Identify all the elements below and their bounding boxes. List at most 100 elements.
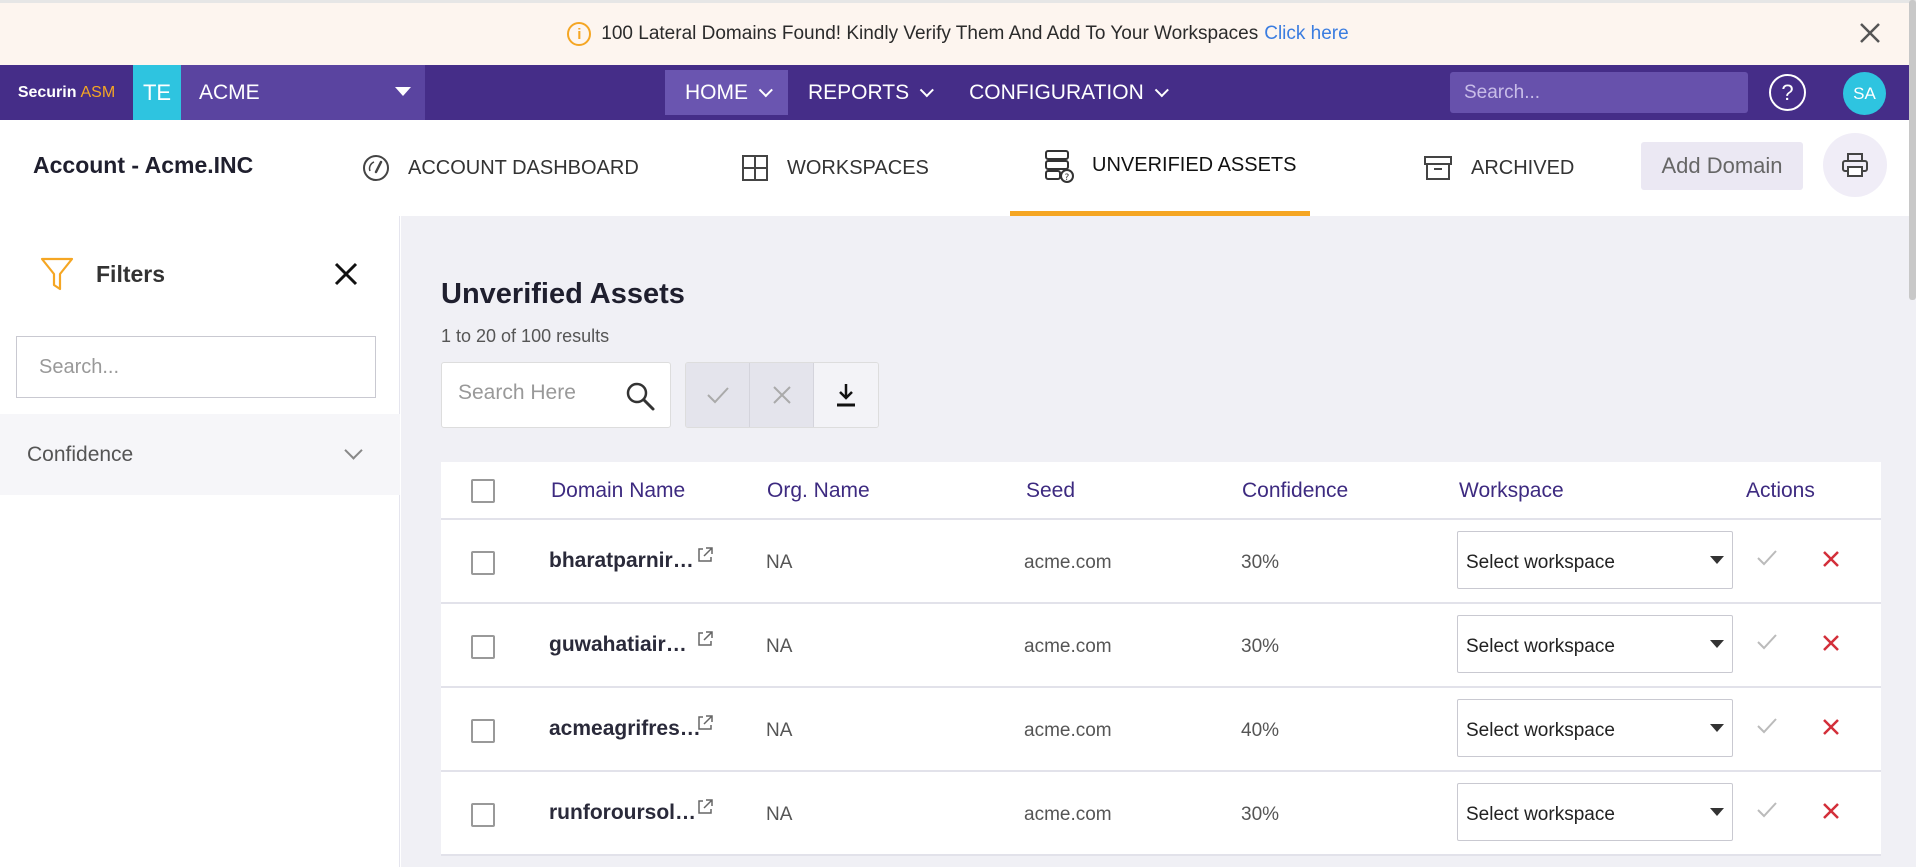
tab-workspaces[interactable]: WORKSPACES	[741, 120, 929, 216]
verify-check-icon[interactable]	[1755, 632, 1779, 657]
verify-check-icon[interactable]	[1755, 548, 1779, 573]
nav-reports[interactable]: REPORTS	[788, 70, 949, 115]
page-scrollbar[interactable]	[1909, 0, 1916, 300]
check-icon	[706, 387, 729, 404]
domain-name[interactable]: acmeagrifres…	[549, 717, 701, 741]
brand-logo[interactable]: Securin ASM	[0, 65, 133, 120]
chevron-down-icon	[758, 82, 773, 97]
user-avatar[interactable]: SA	[1843, 72, 1886, 115]
column-actions: Actions	[1746, 479, 1815, 502]
top-navigation-bar: Securin ASM TE ACME HOME REPORTS CONFIGUR…	[0, 65, 1916, 120]
nav-home-label: HOME	[685, 80, 748, 104]
org-name: NA	[766, 552, 793, 573]
nav-configuration[interactable]: CONFIGURATION	[949, 70, 1184, 115]
external-link-icon[interactable]	[696, 714, 714, 737]
verify-check-icon[interactable]	[1755, 716, 1779, 741]
tab-archived[interactable]: ARCHIVED	[1423, 120, 1574, 216]
search-icon[interactable]	[624, 380, 656, 417]
tenant-badge: TE	[133, 65, 181, 120]
x-icon	[772, 386, 791, 404]
external-link-icon[interactable]	[696, 798, 714, 821]
domain-name[interactable]: guwahatiair…	[549, 633, 687, 657]
org-name: NA	[766, 720, 793, 741]
table-search-input[interactable]	[458, 381, 618, 405]
row-checkbox[interactable]	[471, 803, 495, 827]
verify-check-icon[interactable]	[1755, 800, 1779, 825]
reject-x-icon[interactable]	[1820, 632, 1842, 659]
banner-message: 100 Lateral Domains Found! Kindly Verify…	[601, 23, 1259, 44]
download-button[interactable]	[814, 363, 878, 427]
seed-value: acme.com	[1024, 636, 1112, 657]
brand-suffix: ASM	[80, 83, 116, 101]
gauge-icon	[363, 155, 389, 181]
domain-name[interactable]: bharatparnir…	[549, 549, 694, 573]
table-row: guwahatiair… NA acme.com 30% Select work…	[441, 604, 1881, 688]
banner-click-here-link[interactable]: Click here	[1264, 23, 1348, 45]
workspace-select-value: Select workspace	[1466, 552, 1615, 573]
workspace-select[interactable]: Select workspace	[1457, 531, 1733, 589]
workspace-select[interactable]: Select workspace	[1457, 783, 1733, 841]
svg-text:?: ?	[1065, 173, 1070, 183]
download-icon	[837, 384, 855, 407]
chevron-down-icon	[1154, 82, 1169, 97]
org-name: NA	[766, 804, 793, 825]
domain-name[interactable]: runforoursol…	[549, 801, 696, 825]
add-domain-button[interactable]: Add Domain	[1641, 142, 1803, 190]
row-checkbox[interactable]	[471, 719, 495, 743]
row-checkbox[interactable]	[471, 551, 495, 575]
info-icon: i	[567, 22, 592, 46]
close-icon[interactable]	[1852, 15, 1888, 51]
table-search-box	[441, 362, 671, 428]
chevron-down-icon	[344, 441, 363, 460]
row-checkbox[interactable]	[471, 635, 495, 659]
select-all-checkbox[interactable]	[471, 479, 495, 503]
nav-home[interactable]: HOME	[665, 70, 788, 115]
nav-reports-label: REPORTS	[808, 80, 910, 104]
column-confidence[interactable]: Confidence	[1242, 479, 1348, 503]
tab-archived-label: ARCHIVED	[1471, 156, 1575, 179]
column-seed[interactable]: Seed	[1026, 479, 1075, 503]
global-search-input[interactable]	[1450, 72, 1748, 113]
bulk-reject-button[interactable]	[750, 363, 814, 427]
seed-value: acme.com	[1024, 804, 1112, 825]
page-title: Unverified Assets	[441, 278, 685, 310]
caret-down-icon	[395, 87, 411, 96]
tenant-name: ACME	[199, 80, 260, 104]
workspace-select[interactable]: Select workspace	[1457, 699, 1733, 757]
filters-sidebar: Filters Confidence	[0, 216, 400, 867]
bulk-actions	[685, 362, 879, 428]
column-org-name[interactable]: Org. Name	[767, 479, 870, 503]
filter-search-input[interactable]	[16, 336, 376, 398]
account-subheader: Account - Acme.INC ACCOUNT DASHBOARD WOR…	[0, 120, 1916, 216]
bulk-verify-button[interactable]	[686, 363, 750, 427]
column-workspace[interactable]: Workspace	[1459, 479, 1564, 503]
external-link-icon[interactable]	[696, 630, 714, 653]
reject-x-icon[interactable]	[1820, 716, 1842, 743]
tenant-selector[interactable]: ACME	[181, 65, 425, 120]
caret-down-icon	[1710, 556, 1724, 564]
workspace-select[interactable]: Select workspace	[1457, 615, 1733, 673]
filter-section-label: Confidence	[27, 442, 134, 466]
filter-section-confidence[interactable]: Confidence	[0, 414, 400, 495]
account-title: Account - Acme.INC	[33, 152, 254, 178]
confidence-value: 30%	[1241, 636, 1280, 657]
help-icon[interactable]: ?	[1769, 74, 1806, 111]
results-count: 1 to 20 of 100 results	[441, 326, 610, 346]
printer-icon	[1842, 153, 1868, 177]
external-link-icon[interactable]	[696, 546, 714, 569]
caret-down-icon	[1710, 724, 1724, 732]
tab-unverified-assets[interactable]: ? UNVERIFIED ASSETS	[1010, 120, 1310, 216]
reject-x-icon[interactable]	[1820, 800, 1842, 827]
seed-value: acme.com	[1024, 552, 1112, 573]
brand-name: Securin	[17, 83, 77, 101]
column-domain-name[interactable]: Domain Name	[551, 479, 685, 503]
reject-x-icon[interactable]	[1820, 548, 1842, 575]
confidence-value: 30%	[1241, 552, 1280, 573]
confidence-value: 30%	[1241, 804, 1280, 825]
filter-icon	[40, 257, 74, 291]
print-button[interactable]	[1823, 133, 1887, 197]
caret-down-icon	[1710, 640, 1724, 648]
table-row: bharatparnir… NA acme.com 30% Select wor…	[441, 520, 1881, 604]
tab-account-dashboard[interactable]: ACCOUNT DASHBOARD	[362, 120, 639, 216]
close-filters-icon[interactable]	[330, 258, 362, 290]
